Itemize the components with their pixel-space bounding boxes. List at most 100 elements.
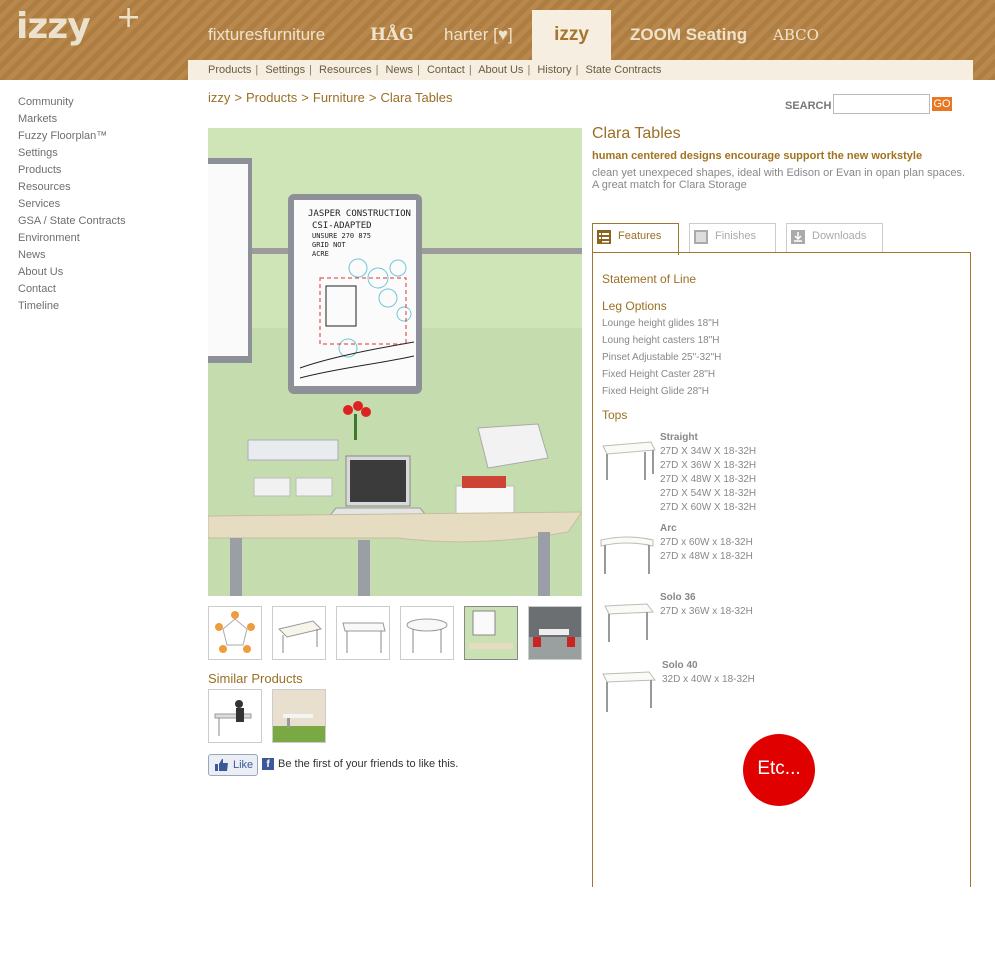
breadcrumb: izzy > Products > Furniture > Clara Tables [208, 90, 453, 105]
leg-option-3: Pinset Adjustable 25"-32"H [602, 352, 722, 363]
tab-downloads[interactable]: Downloads [786, 223, 883, 253]
breadcrumb-clara-tables[interactable]: Clara Tables [381, 90, 453, 105]
thumbnail-4-image [406, 618, 448, 653]
leg-option-5: Fixed Height Glide 28"H [602, 386, 709, 397]
top-solo-36-size-1: 27D x 36W x 18-32H [660, 606, 753, 617]
thumbnail-3[interactable] [336, 606, 390, 660]
top-straight-size-5: 27D X 60W X 18-32H [660, 502, 757, 513]
subnav-about-us[interactable]: About Us [478, 64, 523, 76]
subnav-resources[interactable]: Resources [319, 64, 372, 76]
search-label: SEARCH [785, 100, 832, 112]
brand-harter[interactable]: harter [♥] [444, 10, 513, 60]
brand-fixturesfurniture[interactable]: fixturesfurniture [208, 10, 325, 60]
breadcrumb-izzy[interactable]: izzy [208, 90, 230, 105]
top-solo-40-name: Solo 40 [662, 660, 698, 671]
leftnav-timeline[interactable]: Timeline [18, 298, 126, 315]
tab-downloads-label: Downloads [812, 230, 867, 242]
similar-product-1[interactable] [208, 689, 262, 743]
top-arc-sizes: 27D x 60W x 18-32H 27D x 48W x 18-32H [660, 536, 753, 564]
leftnav-community[interactable]: Community [18, 94, 126, 111]
top-straight-name: Straight [660, 432, 698, 443]
leftnav-environment[interactable]: Environment [18, 230, 126, 247]
checklist-icon [597, 230, 611, 244]
solo-36-table-image [604, 603, 654, 642]
tops-heading: Tops [602, 408, 628, 422]
leftnav-products[interactable]: Products [18, 162, 126, 179]
product-tagline: human centered designs encourage support… [592, 150, 923, 162]
thumbnail-5-image [465, 607, 517, 659]
top-straight-size-1: 27D X 34W X 18-32H [660, 446, 757, 457]
thumbnail-5[interactable] [464, 606, 518, 660]
like-button-label: Like [233, 759, 254, 771]
thumbnail-2[interactable] [272, 606, 326, 660]
leftnav-about-us[interactable]: About Us [18, 264, 126, 281]
leg-options-heading: Leg Options [602, 299, 667, 313]
etc-badge: Etc... [743, 734, 815, 806]
leftnav-gsa-state-contracts[interactable]: GSA / State Contracts [18, 213, 126, 230]
subnav-news[interactable]: News [386, 64, 414, 76]
brand-hag[interactable]: HÅG [370, 10, 414, 60]
leftnav-contact[interactable]: Contact [18, 281, 126, 298]
top-arc-size-1: 27D x 60W x 18-32H [660, 537, 753, 548]
product-hero-image: JASPER CONSTRUCTION CSI-ADAPTED UNSURE 2… [208, 128, 582, 596]
leftnav-settings[interactable]: Settings [18, 145, 126, 162]
izzy-plus-logo[interactable]: izzy + [16, 0, 141, 47]
brand-izzy[interactable]: izzy [532, 10, 611, 60]
thumbnail-2-image [278, 620, 322, 653]
top-solo-36-sizes: 27D x 36W x 18-32H [660, 605, 753, 619]
leftnav-markets[interactable]: Markets [18, 111, 126, 128]
breadcrumb-furniture[interactable]: Furniture [313, 90, 365, 105]
statement-of-line-link[interactable]: Statement of Line [602, 272, 696, 286]
similar-product-1-image [214, 700, 252, 736]
sub-navigation: Products | Settings | Resources | News | Con… [188, 60, 973, 80]
site-header: izzy + fixturesfurniture HÅG harter [♥] i… [0, 0, 995, 80]
like-button[interactable]: Like [208, 754, 258, 776]
leg-option-4: Fixed Height Caster 28"H [602, 369, 716, 380]
brand-abco[interactable]: ABCO [773, 10, 819, 60]
tab-finishes[interactable]: Finishes [689, 223, 776, 253]
thumbnail-1[interactable] [208, 606, 262, 660]
download-icon [791, 230, 805, 244]
leftnav-fuzzy-floorplan[interactable]: Fuzzy Floorplan™ [18, 128, 126, 145]
product-description: clean yet unexpeced shapes, ideal with E… [592, 167, 966, 191]
swatch-icon [694, 230, 708, 244]
hero-note-line3: UNSURE 270 875 [312, 232, 371, 240]
arc-table-image [600, 536, 654, 574]
leftnav-news[interactable]: News [18, 247, 126, 264]
breadcrumb-products[interactable]: Products [246, 90, 297, 105]
thumbnail-6[interactable] [528, 606, 582, 660]
subnav-settings[interactable]: Settings [265, 64, 305, 76]
left-navigation: Community Markets Fuzzy Floorplan™ Setti… [18, 94, 126, 315]
thumbnail-4[interactable] [400, 606, 454, 660]
hero-note-line2: CSI-ADAPTED [312, 221, 372, 231]
leftnav-resources[interactable]: Resources [18, 179, 126, 196]
hero-note-line5: ACRE [312, 250, 329, 258]
top-solo-40-sizes: 32D x 40W x 18-32H [662, 673, 755, 687]
brand-zoom-seating[interactable]: ZOOM Seating [630, 10, 747, 60]
facebook-icon: f [262, 758, 274, 770]
similar-products-title: Similar Products [208, 671, 303, 686]
leg-option-2: Loung height casters 18"H [602, 335, 720, 346]
subnav-history[interactable]: History [537, 64, 571, 76]
top-straight-size-4: 27D X 54W X 18-32H [660, 488, 757, 499]
subnav-products[interactable]: Products [208, 64, 251, 76]
like-text: Be the first of your friends to like thi… [278, 758, 459, 770]
logo-text: izzy [16, 6, 91, 47]
search-go-button[interactable]: GO [932, 97, 952, 111]
similar-product-2-image [273, 690, 325, 742]
tab-features[interactable]: Features [592, 223, 679, 255]
thumbs-up-icon [215, 759, 228, 771]
subnav-state-contracts[interactable]: State Contracts [586, 64, 662, 76]
top-arc-size-2: 27D x 48W x 18-32H [660, 551, 753, 562]
search-input[interactable] [833, 94, 930, 114]
thumbnail-3-image [342, 622, 386, 653]
thumbnail-6-image [529, 607, 581, 659]
thumbnail-1-image [215, 611, 255, 653]
leftnav-services[interactable]: Services [18, 196, 126, 213]
subnav-contact[interactable]: Contact [427, 64, 465, 76]
top-solo-36-name: Solo 36 [660, 592, 696, 603]
top-solo-40-size-1: 32D x 40W x 18-32H [662, 674, 755, 685]
product-title: Clara Tables [592, 125, 681, 142]
similar-product-2[interactable] [272, 689, 326, 743]
straight-table-image [602, 441, 656, 480]
